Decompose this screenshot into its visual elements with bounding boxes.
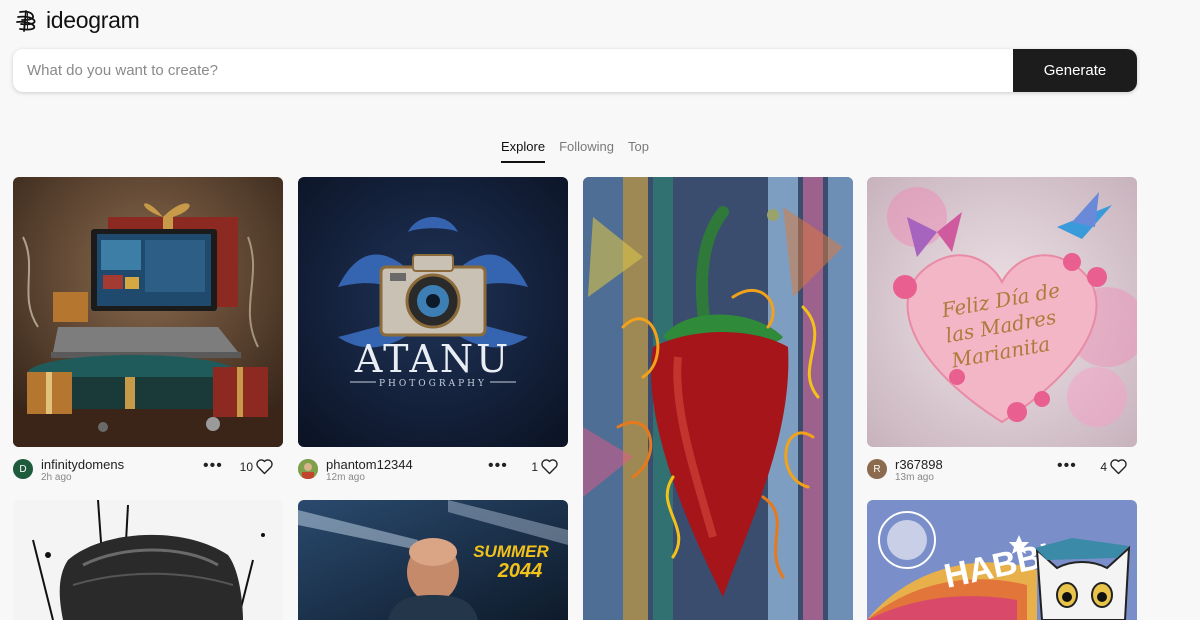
- atanu-caption: ATANU: [354, 337, 511, 381]
- card-meta: D infinitydomens 2h ago ••• 10: [13, 457, 283, 488]
- mothers-day-image: Feliz Día de las Madres Marianita: [867, 177, 1137, 447]
- generate-button[interactable]: Generate: [1013, 49, 1137, 92]
- username[interactable]: phantom12344: [326, 457, 413, 472]
- laptop-gifts-image: [13, 177, 283, 447]
- summer-caption: SUMMER: [473, 542, 549, 561]
- image-card-ink-sketch[interactable]: [13, 500, 283, 620]
- photography-caption: PHOTOGRAPHY: [379, 379, 487, 389]
- post-time: 13m ago: [895, 472, 934, 483]
- avatar[interactable]: R: [867, 459, 887, 479]
- like-count: 4: [1100, 460, 1107, 474]
- heart-icon[interactable]: [255, 458, 274, 475]
- summer-2044-image: SUMMER 2044: [298, 500, 568, 620]
- image-card-summer-2044[interactable]: SUMMER 2044: [298, 500, 568, 620]
- ink-sketch-image: [13, 500, 283, 620]
- image-card-laptop-gifts[interactable]: [13, 177, 283, 447]
- username[interactable]: infinitydomens: [41, 457, 124, 472]
- feed-tabs: Explore Following Top: [501, 139, 649, 163]
- card-meta: R r367898 13m ago ••• 4: [867, 457, 1137, 488]
- prompt-input[interactable]: [13, 49, 1013, 92]
- heart-icon[interactable]: [1109, 458, 1128, 475]
- tab-explore[interactable]: Explore: [501, 139, 546, 163]
- post-time: 12m ago: [326, 472, 365, 483]
- more-dots-icon[interactable]: •••: [203, 458, 223, 474]
- like-count: 10: [239, 460, 253, 474]
- image-card-atanu-logo[interactable]: ATANU PHOTOGRAPHY: [298, 177, 568, 447]
- tab-following[interactable]: Following: [559, 139, 614, 163]
- image-card-chili-pepper[interactable]: [583, 177, 853, 620]
- username[interactable]: r367898: [895, 457, 943, 472]
- tab-top[interactable]: Top: [628, 139, 649, 163]
- habbi-cat-image: HABBI: [867, 500, 1137, 620]
- card-meta: phantom12344 12m ago ••• 1: [298, 457, 568, 488]
- post-time: 2h ago: [41, 472, 72, 483]
- app-name: ideogram: [46, 7, 140, 33]
- chili-pepper-image: [583, 177, 853, 620]
- text-caret: [27, 13, 28, 30]
- heart-icon[interactable]: [540, 458, 559, 475]
- avatar[interactable]: D: [13, 459, 33, 479]
- atanu-logo-image: ATANU PHOTOGRAPHY: [298, 177, 568, 447]
- avatar[interactable]: [298, 459, 318, 479]
- summer-year-caption: 2044: [497, 560, 543, 582]
- like-count: 1: [531, 460, 538, 474]
- app-logo[interactable]: ideogram: [14, 7, 140, 34]
- more-dots-icon[interactable]: •••: [1057, 458, 1077, 474]
- image-card-habbi-cat[interactable]: HABBI: [867, 500, 1137, 620]
- image-card-mothers-day[interactable]: Feliz Día de las Madres Marianita: [867, 177, 1137, 447]
- more-dots-icon[interactable]: •••: [488, 458, 508, 474]
- avatar-image: [298, 459, 318, 479]
- prompt-bar: Generate: [13, 49, 1137, 92]
